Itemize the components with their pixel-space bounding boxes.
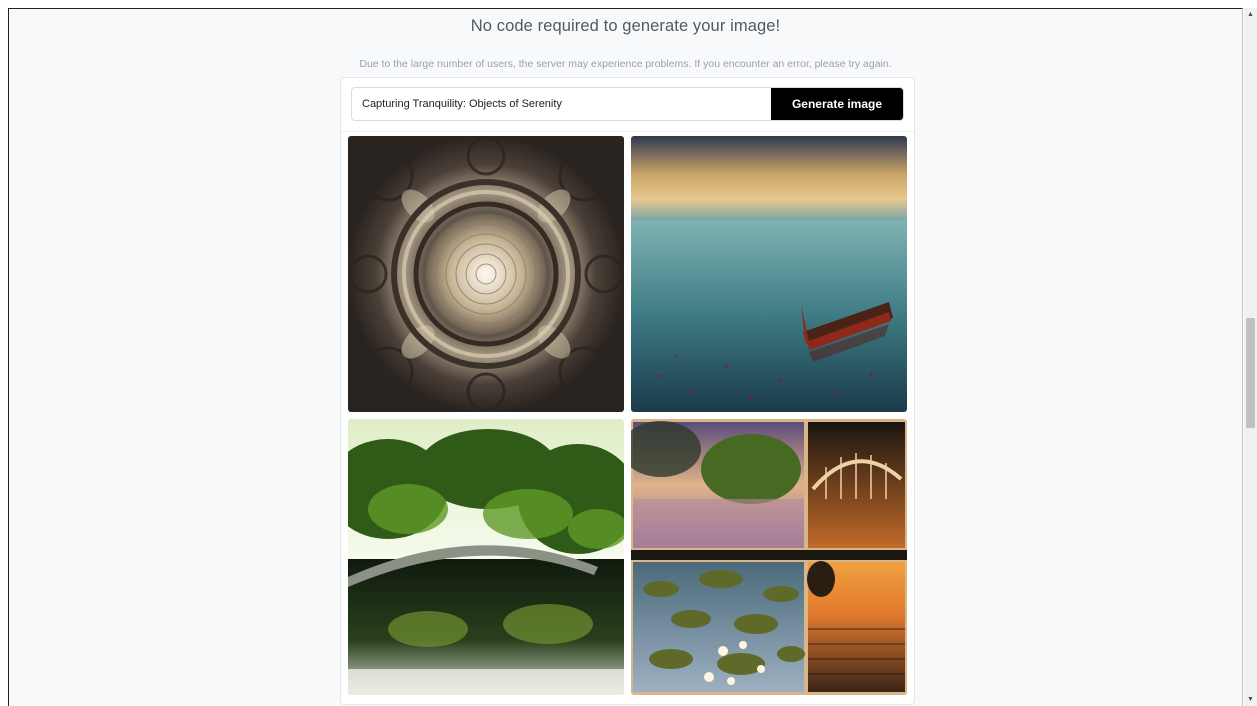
- garden-bridge-image: [348, 419, 624, 695]
- prompt-form: Generate image: [351, 87, 904, 121]
- boat-image: [631, 136, 907, 412]
- generate-image-button[interactable]: Generate image: [771, 88, 903, 120]
- scroll-up-arrow-icon[interactable]: ▲: [1244, 8, 1257, 21]
- generated-image-4[interactable]: [631, 419, 907, 695]
- generated-image-1[interactable]: [348, 136, 624, 412]
- scroll-down-arrow-icon[interactable]: ▼: [1244, 693, 1257, 706]
- prompt-input[interactable]: [352, 88, 772, 120]
- server-notice: Due to the large number of users, the se…: [359, 58, 892, 70]
- image-results-grid: [348, 136, 908, 698]
- generator-card: Generate image: [340, 77, 915, 705]
- page-content: No code required to generate your image!…: [8, 8, 1243, 706]
- scrollbar-thumb[interactable]: [1246, 318, 1255, 428]
- vertical-scrollbar[interactable]: ▲ ▼: [1244, 8, 1257, 706]
- page-title: No code required to generate your image!: [470, 17, 781, 35]
- generated-image-2[interactable]: [631, 136, 907, 412]
- browser-viewport: No code required to generate your image!…: [0, 0, 1257, 706]
- mandala-image: [348, 136, 624, 412]
- collage-image: [631, 419, 907, 695]
- divider: [341, 131, 914, 132]
- generated-image-3[interactable]: [348, 419, 624, 695]
